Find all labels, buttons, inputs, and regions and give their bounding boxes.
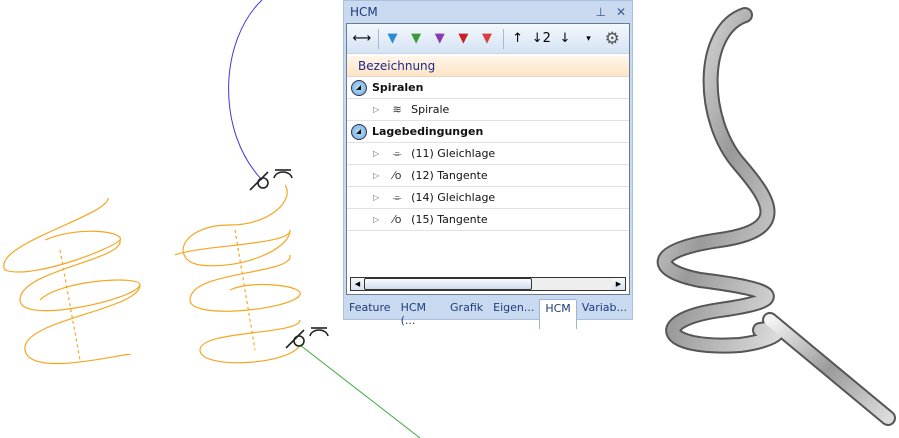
coincident-icon: ⌯ [392,146,402,160]
helix-middle [174,184,301,364]
panel-tabs: Feature HCM (... Grafik Eigen... HCM Var… [344,299,632,329]
expand-icon[interactable]: ▷ [373,171,379,180]
coincident-icon: ⌯ [392,190,402,204]
list-item[interactable]: ▷ ⁄o (12) Tangente [347,165,629,187]
filter-blue-icon[interactable]: ▼ [382,28,404,50]
expand-icon[interactable]: ▷ [373,105,379,114]
filter-stop-icon[interactable]: ▼ [476,28,498,50]
group-row-spiralen[interactable]: Spiralen [347,77,629,99]
panel-content: ⟷ ▼ ▼ ▼ ▼ ▼ ↑ ↓2 ↓ ▾ ⚙ Bezeichnung Spira… [346,23,630,295]
toolbar: ⟷ ▼ ▼ ▼ ▼ ▼ ↑ ↓2 ↓ ▾ ⚙ [347,24,629,54]
helix-left [3,197,141,365]
expand-icon[interactable]: ▷ [373,149,379,158]
sort-up-icon[interactable]: ↑ [507,28,529,50]
constraint-symbol-bottom [285,327,329,349]
item-label: (12) Tangente [411,169,488,182]
item-label: Spirale [411,103,450,116]
list-item[interactable]: ▷ ⁄o (15) Tangente [347,209,629,231]
group-icon [351,79,367,96]
pin-icon[interactable]: ⊥ [595,5,605,19]
tab-variablen[interactable]: Variab... [577,299,632,329]
panel-title: HCM [350,4,378,19]
scroll-right-button[interactable]: ▶ [612,278,625,290]
list-item[interactable]: ▷ ⌯ (14) Gleichlage [347,187,629,209]
blue-curve [228,0,263,181]
spiral-icon: ≋ [392,103,402,116]
scroll-left-button[interactable]: ◀ [351,278,364,290]
tab-feature[interactable]: Feature [344,299,396,329]
tangent-icon: ⁄o [392,213,402,226]
sort-down-icon[interactable]: ↓ [554,28,576,50]
tab-eigenschaften[interactable]: Eigen... [488,299,539,329]
hcm-panel: HCM ⊥ ✕ ⟷ ▼ ▼ ▼ ▼ ▼ ↑ ↓2 ↓ ▾ ⚙ Bezeichnu… [343,0,633,329]
close-icon[interactable]: ✕ [616,5,626,19]
filter-warning-icon[interactable]: ▼ [453,28,475,50]
column-header-bezeichnung[interactable]: Bezeichnung [347,56,629,77]
scroll-thumb[interactable] [364,278,532,290]
panel-titlebar: HCM ⊥ ✕ [344,1,632,22]
tangent-icon: ⁄o [392,169,402,182]
horizontal-scrollbar[interactable]: ◀ ▶ [350,277,626,291]
list-item[interactable]: ▷ ⌯ (11) Gleichlage [347,143,629,165]
filter-play-icon[interactable]: ▼ [405,28,427,50]
filter-image-icon[interactable]: ▼ [429,28,451,50]
expand-icon[interactable]: ▷ [373,215,379,224]
item-label: (11) Gleichlage [411,147,496,160]
expand-icon[interactable]: ▷ [373,193,379,202]
tab-hcm-2[interactable]: HCM (... [396,299,445,329]
group-row-lagebedingungen[interactable]: Lagebedingungen [347,121,629,143]
dimension-icon[interactable]: ⟷ [351,28,373,50]
gear-icon[interactable]: ⚙ [601,28,623,50]
group-label: Spiralen [372,81,424,94]
green-line [299,344,421,438]
group-label: Lagebedingungen [372,125,484,138]
item-label: (14) Gleichlage [411,191,496,204]
group-icon [351,123,367,140]
item-label: (15) Tangente [411,213,488,226]
tab-grafik[interactable]: Grafik [445,299,488,329]
spring-3d-render [656,7,896,426]
list-item[interactable]: ▷ ≋ Spirale [347,99,629,121]
overflow-icon[interactable]: ▾ [578,28,600,50]
sort-number-icon[interactable]: ↓2 [530,28,552,50]
tab-hcm[interactable]: HCM [539,299,577,329]
